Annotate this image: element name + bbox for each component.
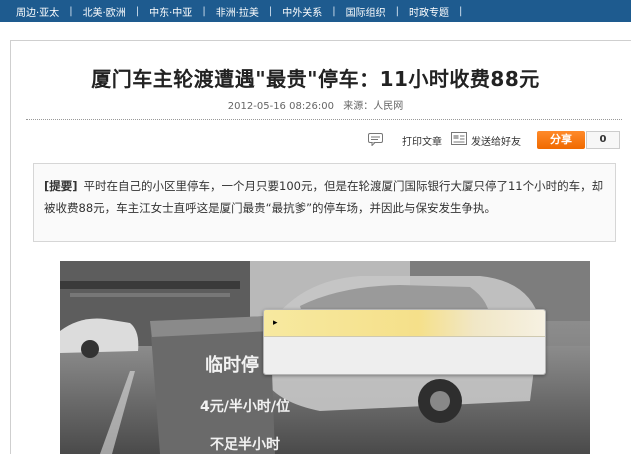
share-button[interactable]: 分享 [537,131,585,149]
nav-item-foreign-relations[interactable]: 中外关系 [282,4,322,19]
sign-line-2: 4元/半小时/位 [200,398,290,415]
sign-line-1: 临时停 [205,354,259,376]
title-divider [26,119,622,120]
nav-item-asia-pacific[interactable]: 周边·亚太 [16,4,59,19]
nav-separator: | [135,5,140,17]
floating-popup[interactable]: ▸ [263,309,546,375]
nav-separator: | [69,5,73,17]
comment-icon[interactable] [368,133,383,146]
nav-separator: | [202,5,206,17]
summary-text: 平时在自己的小区里停车，一个月只要100元，但是在轮渡厦门国际银行大厦只停了11… [44,179,604,215]
nav-item-middle-east[interactable]: 中东·中亚 [149,4,192,19]
popup-header[interactable]: ▸ [264,310,545,337]
nav-item-africa-latam[interactable]: 非洲·拉美 [216,4,259,19]
send-to-friend-icon[interactable] [451,132,467,145]
popup-body [264,337,545,374]
article-title: 厦门车主轮渡遭遇"最贵"停车：11小时收费88元 [91,67,540,91]
nav-separator: | [332,5,336,17]
nav-separator: | [459,5,463,17]
summary-box: [提要] 平时在自己的小区里停车，一个月只要100元，但是在轮渡厦门国际银行大厦只… [33,163,616,242]
send-to-friend-link[interactable]: 发送给好友 [471,133,521,148]
print-article-link[interactable]: 打印文章 [402,133,442,148]
nav-item-intl-orgs[interactable]: 国际组织 [346,4,386,19]
nav-item-politics-topics[interactable]: 时政专题 [409,4,449,19]
summary-tag: [提要] [44,179,78,193]
article-date: 2012-05-16 08:26:00 [227,101,335,112]
nav-separator: | [268,5,273,17]
share-count: 0 [586,131,620,149]
nav-item-americas-europe[interactable]: 北美·欧洲 [83,4,126,19]
top-nav-bar: 周边·亚太 | 北美·欧洲 | 中东·中亚 | 非洲·拉美 | 中外关系 | 国… [0,0,631,22]
cursor-arrow-icon: ▸ [273,318,278,328]
nav-separator: | [395,5,399,17]
sign-line-3: 不足半小时 [210,436,280,453]
article-meta: 2012-05-16 08:26:00 来源：人民网 [0,97,631,112]
article-source: 来源：人民网 [343,101,404,112]
